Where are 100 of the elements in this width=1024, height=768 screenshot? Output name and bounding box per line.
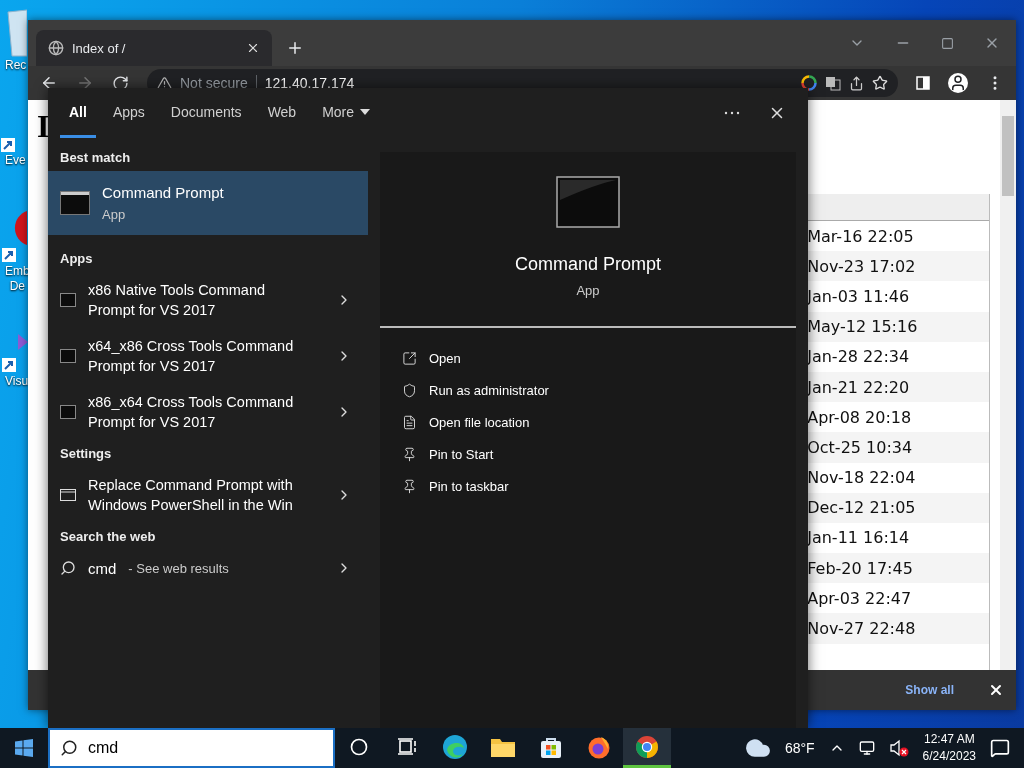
task-view-icon [397, 737, 417, 756]
notification-icon[interactable] [990, 738, 1010, 758]
new-tab-icon[interactable] [286, 39, 304, 57]
share-icon[interactable] [849, 75, 864, 91]
query-text: cmd [88, 559, 117, 577]
result-label: x64_x86 Cross Tools Command Prompt for VS 2017 [88, 337, 295, 376]
result-item[interactable]: Replace Command Prompt with Windows PowerShell in the Win [48, 467, 368, 523]
icon-label: Visu [4, 374, 29, 389]
security-label: Not secure [180, 75, 248, 91]
close-tab-icon[interactable] [246, 41, 260, 55]
search-icon [60, 739, 78, 757]
action-item[interactable]: Open file location [380, 406, 796, 438]
section-heading: Settings [59, 445, 113, 463]
caret-icon [360, 108, 371, 115]
date-cell: Jan-21 22:20 [807, 377, 910, 397]
action-label: Open [429, 350, 461, 366]
result-item[interactable]: x86 Native Tools Command Prompt for VS 2017 [48, 272, 368, 328]
section-heading: Apps [59, 250, 94, 268]
globe-icon [48, 40, 64, 56]
action-label: Open file location [429, 414, 530, 430]
section-heading: Best match [59, 149, 132, 167]
muted-speaker-icon[interactable] [888, 739, 909, 757]
action-item[interactable]: Pin to Start [380, 438, 796, 470]
date-cell: Nov-27 22:48 [807, 619, 916, 639]
circle-icon [350, 737, 368, 756]
icon-label: Eve [4, 153, 26, 168]
result-label: Replace Command Prompt with Windows PowerShell in the Win [88, 476, 294, 515]
date-cell: Jan-03 11:46 [807, 286, 910, 306]
time-text: 12:47 AM [923, 731, 975, 748]
action-item[interactable]: Open [380, 342, 796, 374]
terminal-icon [556, 176, 620, 228]
date-cell: Nov-18 22:04 [807, 468, 916, 488]
web-results-text: - See web results [128, 560, 230, 576]
result-title: Command Prompt [102, 184, 224, 201]
star-icon[interactable] [872, 75, 888, 91]
firefox-icon [587, 734, 611, 759]
result-item[interactable]: x64_x86 Cross Tools Command Prompt for VS 2017 [48, 328, 368, 384]
date-cell: Feb-20 17:45 [807, 558, 913, 578]
action-label: Run as administrator [429, 382, 549, 398]
action-label: Pin to Start [429, 446, 494, 462]
terminal-icon [60, 293, 76, 307]
pin-icon [402, 478, 417, 494]
browser-tab[interactable]: Index of / [36, 30, 272, 66]
date-cell: Oct-25 10:34 [807, 437, 913, 457]
profile-icon[interactable] [948, 73, 968, 93]
scrollbar[interactable] [1000, 100, 1016, 670]
page-heading: I [37, 108, 50, 144]
best-match-result[interactable]: Command Prompt App [48, 171, 368, 235]
close-icon[interactable] [988, 682, 1004, 698]
detail-type: App [576, 283, 600, 298]
filter-tab[interactable]: All [60, 88, 96, 138]
circle-logo-icon[interactable] [0, 208, 27, 264]
result-label: x86 Native Tools Command Prompt for VS 2017 [88, 281, 267, 320]
shortcut-icon[interactable] [0, 137, 16, 153]
search-icon [60, 560, 76, 576]
pin-icon [402, 446, 417, 462]
date-cell: Apr-03 22:47 [807, 588, 912, 608]
date-text: 6/24/2023 [922, 748, 976, 765]
google-icon[interactable] [801, 75, 817, 91]
window-icon [60, 489, 76, 501]
date-cell: May-12 15:16 [807, 317, 918, 337]
show-all-link[interactable]: Show all [905, 683, 954, 697]
date-cell: Nov-23 17:02 [807, 256, 916, 276]
date-cell: Jan-11 16:14 [807, 528, 910, 548]
open-icon [402, 350, 417, 366]
terminal-icon [60, 349, 76, 363]
icon-label: Rec [4, 58, 27, 73]
action-label: Pin to taskbar [429, 478, 509, 494]
file-icon [402, 414, 417, 430]
result-item[interactable]: x86_x64 Cross Tools Command Prompt for VS 2017 [48, 384, 368, 440]
action-item[interactable]: Run as administrator [380, 374, 796, 406]
date-cell: Mar-16 22:05 [807, 226, 914, 246]
windows-logo-icon [15, 739, 33, 757]
icon-label: Emb De [4, 264, 30, 294]
detail-title: Command Prompt [514, 254, 662, 275]
date-cell: Apr-08 20:18 [807, 407, 912, 427]
translate-icon[interactable] [825, 75, 841, 91]
date-cell: Dec-12 21:05 [807, 498, 916, 518]
terminal-icon [60, 191, 90, 215]
edge-icon [442, 733, 468, 760]
section-heading: Search the web [59, 528, 157, 546]
result-item[interactable]: cmd - See web results [48, 550, 368, 586]
side-panel-icon[interactable] [916, 76, 930, 90]
search-field[interactable]: cmd [48, 728, 335, 768]
maximize-icon[interactable] [941, 36, 954, 50]
result-type: App [102, 207, 127, 222]
chrome-icon [635, 734, 659, 759]
shield-icon [402, 382, 417, 398]
terminal-icon [60, 405, 76, 419]
date-cell: Jan-28 22:34 [807, 347, 910, 367]
clock[interactable]: 12:47 AM 6/24/2023 [922, 731, 976, 765]
tab-title: Index of / [72, 40, 127, 56]
taskbar-app[interactable] [623, 728, 671, 768]
result-label: x86_x64 Cross Tools Command Prompt for VS 2017 [88, 393, 295, 432]
temperature: 68°F [784, 740, 815, 756]
url-text: 121.40.17.174 [264, 75, 356, 91]
network-icon[interactable] [858, 740, 875, 756]
more-options-icon[interactable] [724, 111, 740, 115]
warning-icon [157, 75, 172, 91]
action-item[interactable]: Pin to taskbar [380, 470, 796, 502]
